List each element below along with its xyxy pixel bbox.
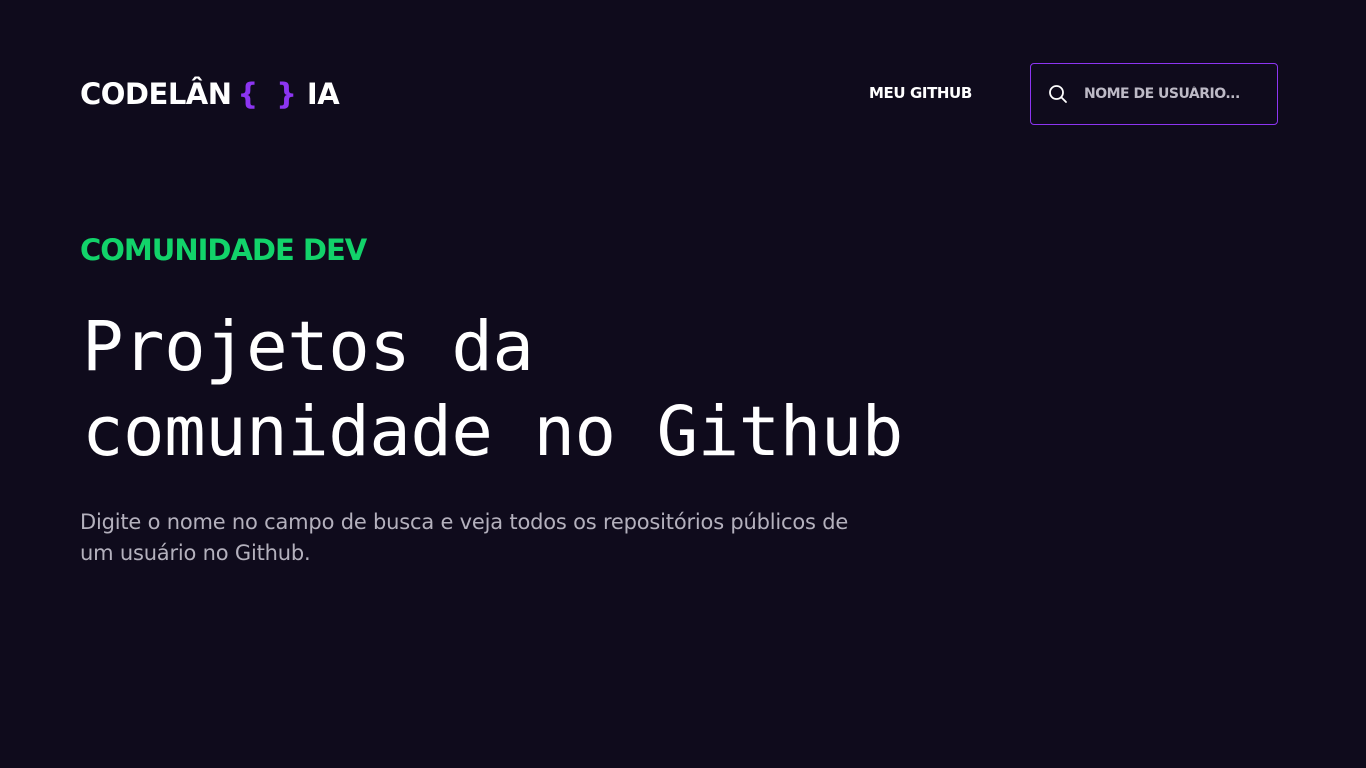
page-description: Digite o nome no campo de busca e veja t…: [80, 507, 940, 569]
logo-text-start: CODELÂN: [80, 77, 232, 111]
username-search-input[interactable]: [1084, 80, 1264, 108]
section-eyebrow: COMUNIDADE DEV: [80, 233, 367, 267]
my-github-link[interactable]: MEU GITHUB: [869, 84, 972, 102]
logo-braces: { }: [237, 77, 301, 111]
search-icon: [1049, 85, 1067, 103]
page-title: Projetos da comunidade no Github: [82, 305, 982, 475]
logo-text-end: IA: [306, 77, 340, 111]
site-header: CODELÂN{ } IA MEU GITHUB: [80, 63, 1278, 125]
page-title-line-1: Projetos da: [82, 307, 534, 387]
page-description-line-2: um usuário no Github.: [80, 541, 311, 565]
page-description-line-1: Digite o nome no campo de busca e veja t…: [80, 510, 849, 534]
page-title-line-2: comunidade no Github: [82, 392, 903, 472]
logo[interactable]: CODELÂN{ } IA: [80, 77, 340, 111]
search-box[interactable]: [1030, 63, 1278, 125]
